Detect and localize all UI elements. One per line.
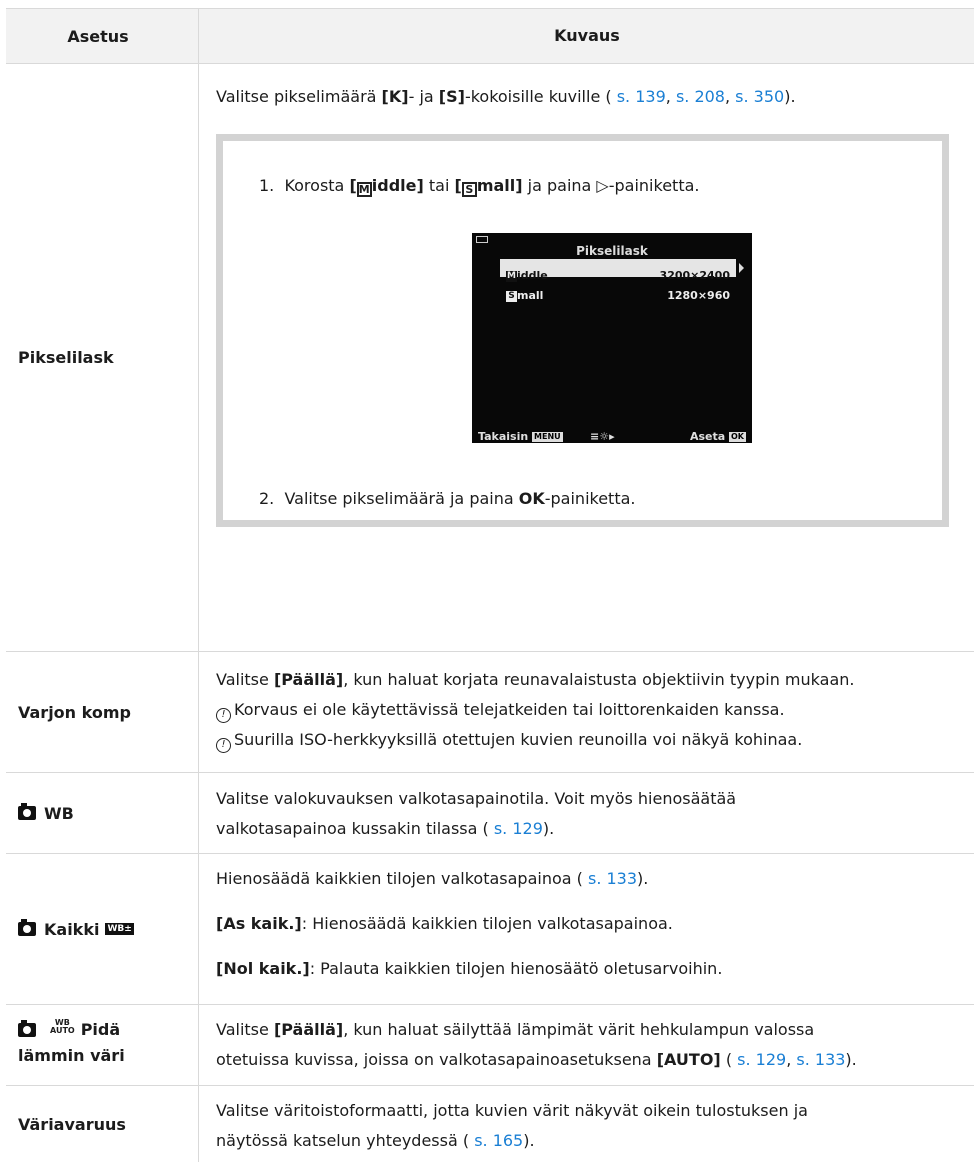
camera-screen: Pikselilask Middle 3200×2400 Small 1280×… (472, 233, 752, 443)
screen-set: Aseta OK (689, 430, 746, 443)
screen-row-middle: Middle 3200×2400 (500, 259, 736, 282)
settings-table: Asetus Kuvaus Pikselilask Valitse piksel… (6, 8, 974, 1162)
wb-adjust-icon: WB± (105, 923, 134, 935)
row-label: Kaikki WB± (6, 854, 199, 1004)
step-1: 1. Korosta [Middle] tai [Small] ja paina… (259, 176, 700, 197)
row-label: Pikselilask (6, 64, 199, 651)
wb-auto-icon: WB AUTO (50, 1018, 75, 1035)
table-row: WB AUTO Pidä lämmin väri Valitse [Päällä],… (6, 1005, 974, 1086)
right-arrow-icon: ▷ (596, 176, 609, 195)
screen-row-small: Small 1280×960 (500, 279, 736, 302)
header-description: Kuvaus (554, 26, 620, 45)
ok-icon: OK (729, 432, 746, 442)
pikselilask-desc: Valitse pikselimäärä [K]- ja [S]-kokoisi… (216, 87, 796, 106)
row-description: Valitse valokuvauksen valkotasapainotila… (216, 789, 737, 838)
row-description: Valitse pikselimäärä [K]- ja [S]-kokoisi… (199, 64, 974, 651)
table-row: Kaikki WB± Hienosäädä kaikkien tilojen v… (6, 854, 974, 1005)
row-label: Varjon komp (6, 652, 199, 772)
middle-size-icon: M (356, 182, 372, 197)
row-description: Valitse [Päällä], kun haluat säilyttää l… (216, 1020, 857, 1069)
page-link[interactable]: s. 129 (494, 819, 543, 838)
right-arrow-icon (739, 263, 744, 273)
row-description: Valitse väritoistoformaatti, jotta kuvie… (216, 1101, 808, 1150)
table-header: Asetus Kuvaus (6, 9, 974, 64)
row-label: Väriavaruus (6, 1086, 199, 1162)
row-label: WB (6, 773, 199, 853)
step-2: 2. Valitse pikselimäärä ja paina OK-pain… (259, 489, 636, 508)
caution-icon: ! (216, 708, 231, 723)
row-description: Hienosäädä kaikkien tilojen valkotasapai… (216, 869, 723, 978)
page-link[interactable]: s. 165 (474, 1131, 523, 1150)
screen-back: Takaisin MENU (478, 430, 563, 443)
page-link[interactable]: s. 133 (796, 1050, 845, 1069)
page-link[interactable]: s. 208 (676, 87, 725, 106)
small-size-icon: S (461, 182, 477, 197)
menu-icon: MENU (532, 432, 563, 442)
steps-box: 1. Korosta [Middle] tai [Small] ja paina… (216, 134, 949, 527)
screen-settings-icon: ≡☼▸ (590, 430, 615, 443)
camera-icon (18, 919, 36, 936)
caution-icon: ! (216, 738, 231, 753)
small-size-icon: S (506, 290, 517, 302)
table-row: Väriavaruus Valitse väritoistoformaatti,… (6, 1086, 974, 1162)
row-description: Valitse [Päällä], kun haluat korjata reu… (199, 652, 974, 772)
table-row: Pikselilask Valitse pikselimäärä [K]- ja… (6, 64, 974, 652)
header-setting: Asetus (6, 9, 199, 63)
table-row: WB Valitse valokuvauksen valkotasapainot… (6, 773, 974, 854)
page-link[interactable]: s. 350 (735, 87, 784, 106)
table-row: Varjon komp Valitse [Päällä], kun haluat… (6, 652, 974, 773)
camera-icon (18, 1020, 36, 1037)
camera-icon (18, 803, 36, 820)
page-link[interactable]: s. 133 (588, 869, 637, 888)
row-label: WB AUTO Pidä lämmin väri (6, 1005, 199, 1085)
page-link[interactable]: s. 139 (617, 87, 666, 106)
page-link[interactable]: s. 129 (737, 1050, 786, 1069)
